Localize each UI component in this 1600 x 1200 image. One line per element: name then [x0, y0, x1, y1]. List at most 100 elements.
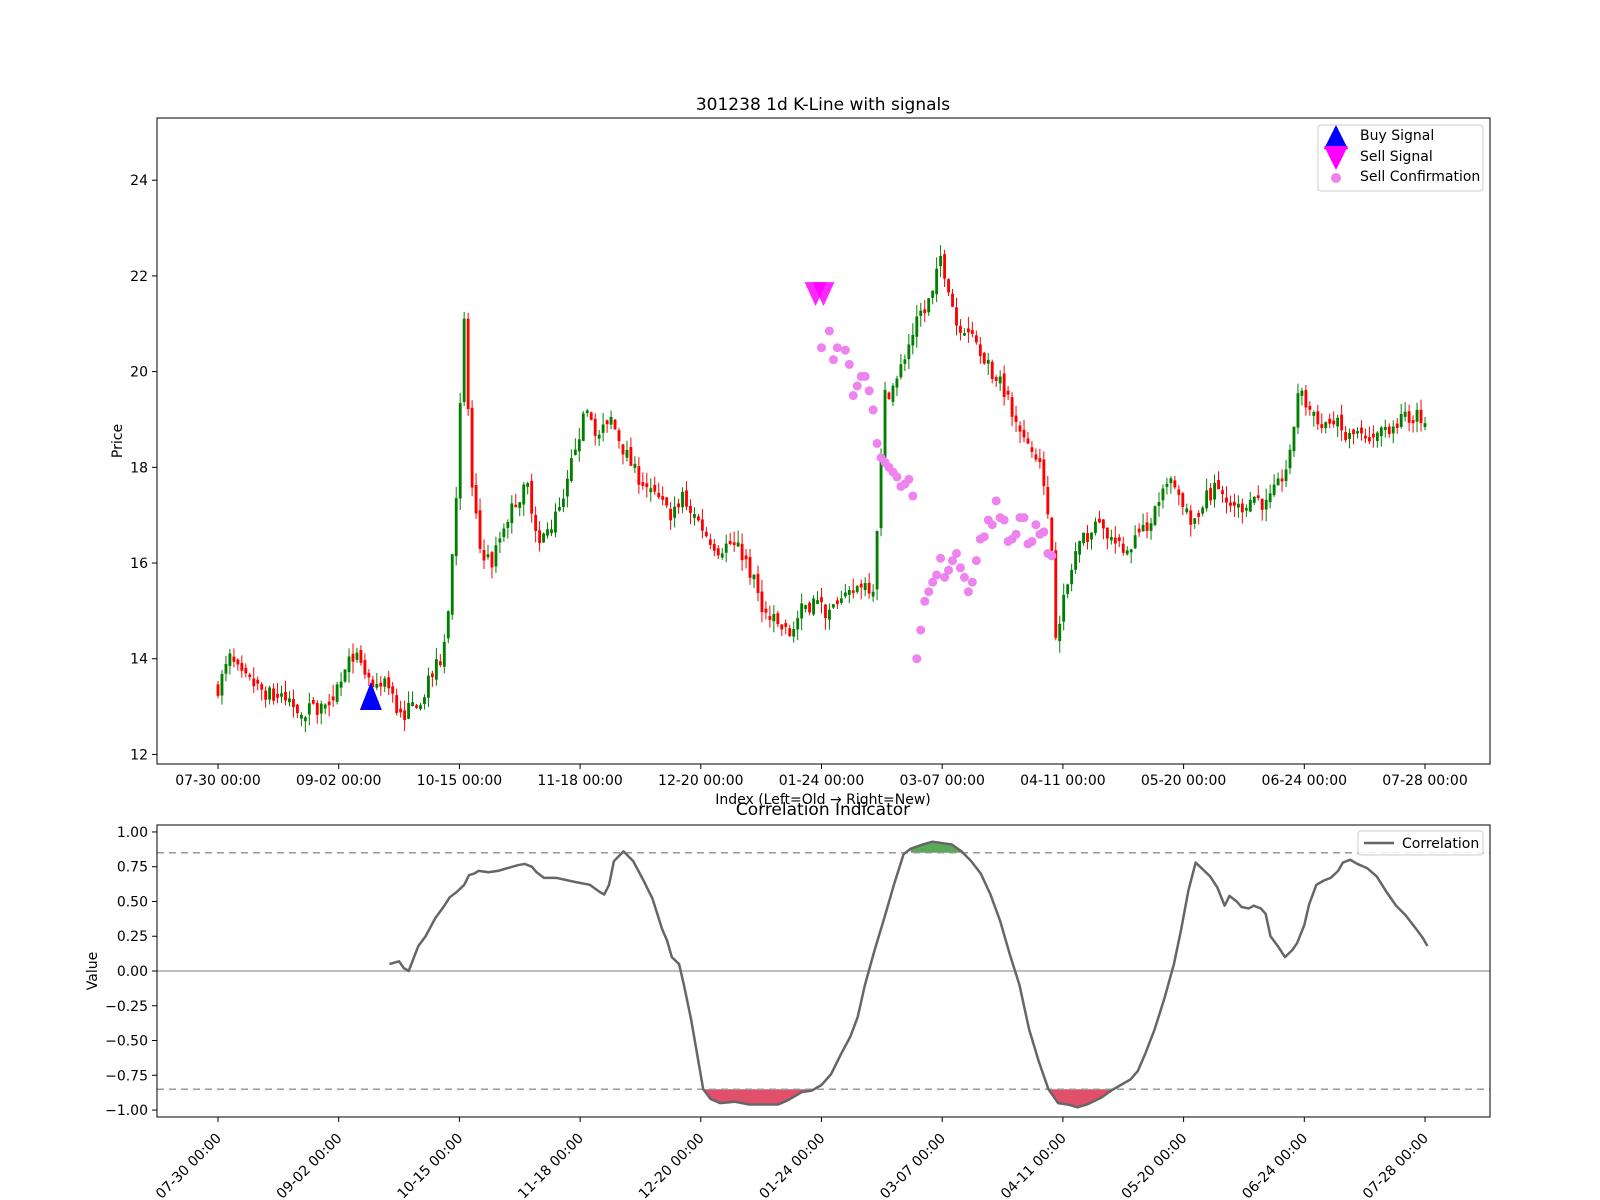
- candle-body: [244, 667, 248, 674]
- candle-body: [1300, 390, 1304, 396]
- candle-body: [613, 419, 617, 430]
- candle-body: [780, 624, 784, 630]
- candle-body: [879, 456, 883, 529]
- candle-body: [1101, 519, 1105, 529]
- correlation-ytick-label: −0.50: [105, 1034, 148, 1050]
- correlation-title: Correlation Indicator: [736, 800, 910, 820]
- sell-confirmation-point: [1047, 551, 1057, 561]
- candle-body: [982, 352, 986, 364]
- kline-ytick-label: 18: [130, 460, 148, 476]
- candle-body: [1054, 550, 1058, 638]
- candle-body: [1173, 480, 1177, 488]
- candle-body: [272, 688, 276, 701]
- correlation-ytick-label: 0.75: [117, 860, 148, 876]
- candle-body: [538, 530, 542, 544]
- candle-body: [220, 674, 224, 696]
- candle-body: [736, 542, 740, 547]
- sell-confirmation-point: [936, 553, 946, 563]
- candle-body: [236, 659, 240, 665]
- candle-body: [998, 376, 1002, 384]
- candle-body: [550, 529, 553, 534]
- candle-body: [1094, 521, 1097, 534]
- candle-body: [260, 684, 264, 690]
- candle-body: [700, 519, 704, 531]
- candle-body: [375, 683, 379, 688]
- candle-body: [434, 659, 438, 680]
- sell-confirmation-point: [944, 565, 954, 575]
- candle-body: [506, 521, 510, 528]
- candle-body: [315, 702, 319, 715]
- candle-body: [1240, 503, 1244, 513]
- kline-plot-frame: [156, 117, 1491, 765]
- candle-body: [1308, 405, 1312, 410]
- kline-xtick-label: 04-11 00:00: [1020, 773, 1105, 789]
- kline-xtick-label: 05-20 00:00: [1141, 773, 1226, 789]
- candle-body: [462, 318, 466, 402]
- sell-confirmation-point: [860, 371, 870, 381]
- correlation-xtick-label: 07-28 00:00: [1360, 1131, 1432, 1200]
- candle-body: [1058, 623, 1062, 642]
- kline-legend: Buy Signal Sell Signal Sell Confirmation: [1317, 124, 1484, 192]
- candle-body: [816, 600, 819, 604]
- kline-y-axis: 12 14 16 18 20 22 24: [130, 173, 157, 763]
- sell-confirmation-point: [1031, 520, 1041, 530]
- kline-ytick-label: 24: [130, 173, 148, 189]
- sell-confirmation-point: [963, 587, 973, 597]
- candle-body: [1336, 417, 1340, 427]
- candle-body: [776, 613, 780, 625]
- kline-xtick-label: 07-30 00:00: [175, 773, 260, 789]
- candle-body: [1304, 390, 1308, 408]
- candle-body: [1395, 423, 1399, 428]
- sell-confirmation-point: [955, 563, 965, 573]
- candle-body: [299, 714, 303, 719]
- candle-body: [311, 699, 315, 704]
- candle-body: [430, 673, 434, 678]
- candle-body: [1105, 527, 1109, 539]
- candle-body: [526, 483, 530, 487]
- candle-body: [474, 485, 478, 514]
- candle-body: [569, 458, 573, 481]
- candle-body: [1316, 411, 1320, 425]
- candle-body: [1078, 541, 1082, 555]
- candle-body: [756, 573, 760, 594]
- candle-body: [419, 705, 422, 710]
- candle-body: [804, 605, 808, 610]
- candle-body: [1364, 435, 1367, 439]
- candle-body: [1379, 427, 1383, 437]
- candle-body: [978, 344, 982, 356]
- candle-body: [633, 463, 637, 468]
- candle-body: [1360, 427, 1363, 434]
- candle-body: [772, 614, 776, 622]
- candle-body: [875, 530, 879, 590]
- candle-body: [1248, 499, 1252, 512]
- candle-body: [712, 543, 716, 551]
- candle-body: [1209, 488, 1213, 501]
- candle-body: [1046, 486, 1050, 515]
- candle-body: [423, 697, 426, 704]
- kline-x-axis: 07-30 00:00 09-02 00:00 10-15 00:00 11-18 0…: [175, 764, 1468, 789]
- candle-body: [343, 669, 347, 682]
- candle-body: [256, 679, 260, 684]
- candle-body: [649, 488, 653, 493]
- kline-candles: [216, 245, 1427, 733]
- kline-ytick-label: 20: [130, 365, 148, 381]
- candle-body: [450, 554, 454, 615]
- candle-body: [1038, 458, 1042, 463]
- candle-body: [625, 449, 629, 458]
- candle-body: [1018, 425, 1022, 432]
- sell-confirmation-point: [828, 355, 838, 365]
- candle-body: [621, 444, 625, 455]
- candle-body: [470, 407, 474, 488]
- candle-body: [1193, 518, 1197, 524]
- correlation-ytick-label: 0.00: [117, 964, 148, 980]
- candle-body: [224, 664, 228, 674]
- candle-body: [534, 514, 538, 531]
- candle-body: [1264, 499, 1268, 510]
- candle-body: [859, 583, 863, 588]
- candle-body: [1062, 594, 1066, 622]
- candle-body: [716, 548, 720, 556]
- correlation-legend: Correlation: [1357, 830, 1484, 856]
- candle-body: [1296, 393, 1300, 428]
- kline-xtick-label: 07-28 00:00: [1382, 773, 1467, 789]
- correlation-xtick-label: 12-20 00:00: [636, 1131, 708, 1200]
